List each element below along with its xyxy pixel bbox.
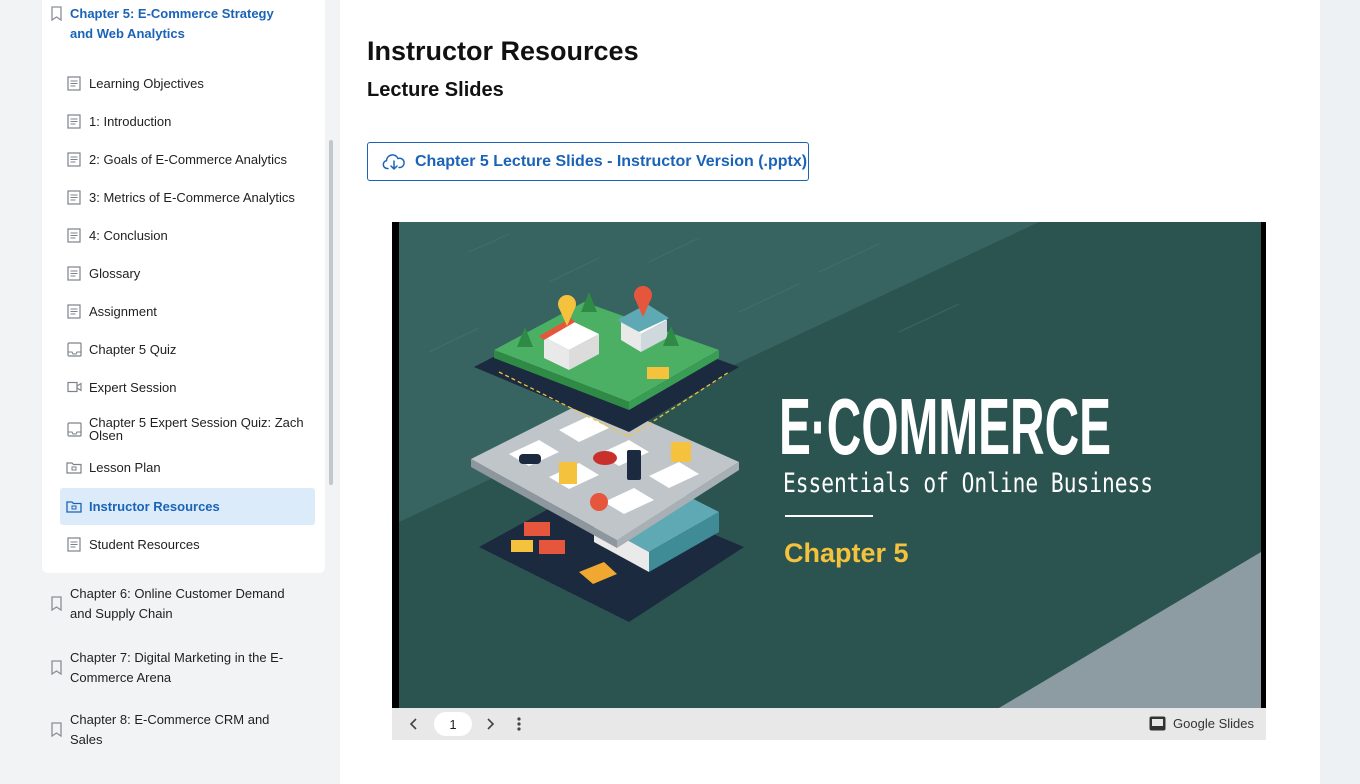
video-icon: [66, 379, 82, 395]
quiz-icon: [66, 421, 82, 437]
right-gutter: [1320, 0, 1360, 784]
chevron-right-icon[interactable]: [482, 716, 498, 732]
document-icon: [66, 227, 82, 243]
sidebar-chapter-5[interactable]: Chapter 5: E-Commerce Strategy and Web A…: [0, 4, 300, 44]
sidebar-chapter-8[interactable]: Chapter 8: E-Commerce CRM and Sales: [0, 710, 300, 750]
sidebar-item-chapter-5-quiz[interactable]: Chapter 5 Quiz: [60, 331, 315, 367]
sidebar-item-learning-objectives[interactable]: Learning Objectives: [60, 65, 315, 101]
document-icon: [66, 265, 82, 281]
sidebar-item-label: 3: Metrics of E-Commerce Analytics: [89, 189, 295, 205]
main-content: Instructor Resources Lecture Slides Chap…: [340, 0, 1320, 784]
slide-frame: E·COMMERCE Essentials of Online Business…: [392, 222, 1266, 708]
sidebar-item-introduction[interactable]: 1: Introduction: [60, 103, 315, 139]
chapter-label: Chapter 6: Online Customer Demand and Su…: [70, 586, 285, 621]
sidebar-item-label: Assignment: [89, 303, 157, 319]
slide-title: E·COMMERCE: [779, 382, 1111, 471]
bookmark-icon: [51, 660, 62, 676]
slide-graphic: E·COMMERCE Essentials of Online Business…: [399, 222, 1261, 708]
sidebar-item-student-resources[interactable]: Student Resources: [60, 526, 315, 562]
slide-subtitle: Essentials of Online Business: [783, 468, 1153, 499]
download-label: Chapter 5 Lecture Slides - Instructor Ve…: [415, 152, 808, 170]
section-heading: Lecture Slides: [367, 79, 504, 101]
folder-icon: [66, 499, 82, 515]
sidebar-item-label: Student Resources: [89, 536, 200, 552]
page-title: Instructor Resources: [367, 36, 639, 66]
folder-icon: [66, 459, 82, 475]
sidebar-item-conclusion[interactable]: 4: Conclusion: [60, 217, 315, 253]
page-number[interactable]: 1: [434, 712, 472, 736]
chapter-label: Chapter 7: Digital Marketing in the E-Co…: [70, 650, 284, 685]
sidebar-item-label: Instructor Resources: [89, 499, 220, 514]
sidebar-item-label: Expert Session: [89, 379, 177, 395]
sidebar-item-lesson-plan[interactable]: Lesson Plan: [60, 449, 315, 485]
slide-canvas: E·COMMERCE Essentials of Online Business…: [399, 222, 1261, 708]
sidebar-item-metrics[interactable]: 3: Metrics of E-Commerce Analytics: [60, 179, 315, 215]
more-options-icon[interactable]: [511, 716, 527, 732]
sidebar-item-label: Learning Objectives: [89, 75, 204, 91]
chapter-label: Chapter 5: E-Commerce Strategy and Web A…: [70, 6, 274, 41]
slides-controls: 1 Google Slides: [392, 708, 1266, 740]
document-icon: [66, 536, 82, 552]
sidebar-item-label: Chapter 5 Quiz: [89, 341, 177, 357]
sidebar-item-assignment[interactable]: Assignment: [60, 293, 315, 329]
google-slides-link[interactable]: Google Slides: [1149, 716, 1254, 731]
chapter-label: Chapter 8: E-Commerce CRM and Sales: [70, 712, 270, 747]
cloud-download-icon: [382, 153, 405, 170]
sidebar-item-expert-session-quiz[interactable]: Chapter 5 Expert Session Quiz: Zach Olse…: [60, 409, 315, 449]
sidebar-item-label: Chapter 5 Expert Session Quiz: Zach Olse…: [89, 415, 304, 443]
sidebar-item-label: Lesson Plan: [89, 459, 161, 475]
bookmark-icon: [51, 596, 62, 612]
slides-embed[interactable]: E·COMMERCE Essentials of Online Business…: [392, 222, 1266, 740]
brand-label: Google Slides: [1173, 716, 1254, 731]
document-icon: [66, 303, 82, 319]
document-icon: [66, 151, 82, 167]
sidebar: Chapter 5: E-Commerce Strategy and Web A…: [0, 0, 340, 784]
slides-logo-icon: [1149, 716, 1166, 731]
document-icon: [66, 189, 82, 205]
quiz-icon: [66, 341, 82, 357]
chevron-left-icon[interactable]: [406, 716, 422, 732]
sidebar-item-label: Glossary: [89, 265, 141, 281]
sidebar-item-expert-session[interactable]: Expert Session: [60, 369, 315, 405]
bookmark-icon: [51, 722, 62, 738]
sidebar-scrollbar[interactable]: [329, 140, 333, 485]
sidebar-chapter-6[interactable]: Chapter 6: Online Customer Demand and Su…: [0, 584, 300, 624]
bookmark-icon: [51, 6, 62, 22]
document-icon: [66, 113, 82, 129]
sidebar-item-label: 2: Goals of E-Commerce Analytics: [89, 151, 287, 167]
sidebar-chapter-7[interactable]: Chapter 7: Digital Marketing in the E-Co…: [0, 648, 300, 688]
document-icon: [66, 75, 82, 91]
sidebar-item-label: 1: Introduction: [89, 113, 172, 129]
sidebar-item-label: 4: Conclusion: [89, 227, 168, 243]
sidebar-item-goals[interactable]: 2: Goals of E-Commerce Analytics: [60, 141, 315, 177]
sidebar-item-glossary[interactable]: Glossary: [60, 255, 315, 291]
sidebar-item-instructor-resources[interactable]: Instructor Resources: [60, 488, 315, 525]
download-slides-button[interactable]: Chapter 5 Lecture Slides - Instructor Ve…: [367, 142, 809, 181]
slide-chapter-label: Chapter 5: [784, 538, 909, 568]
